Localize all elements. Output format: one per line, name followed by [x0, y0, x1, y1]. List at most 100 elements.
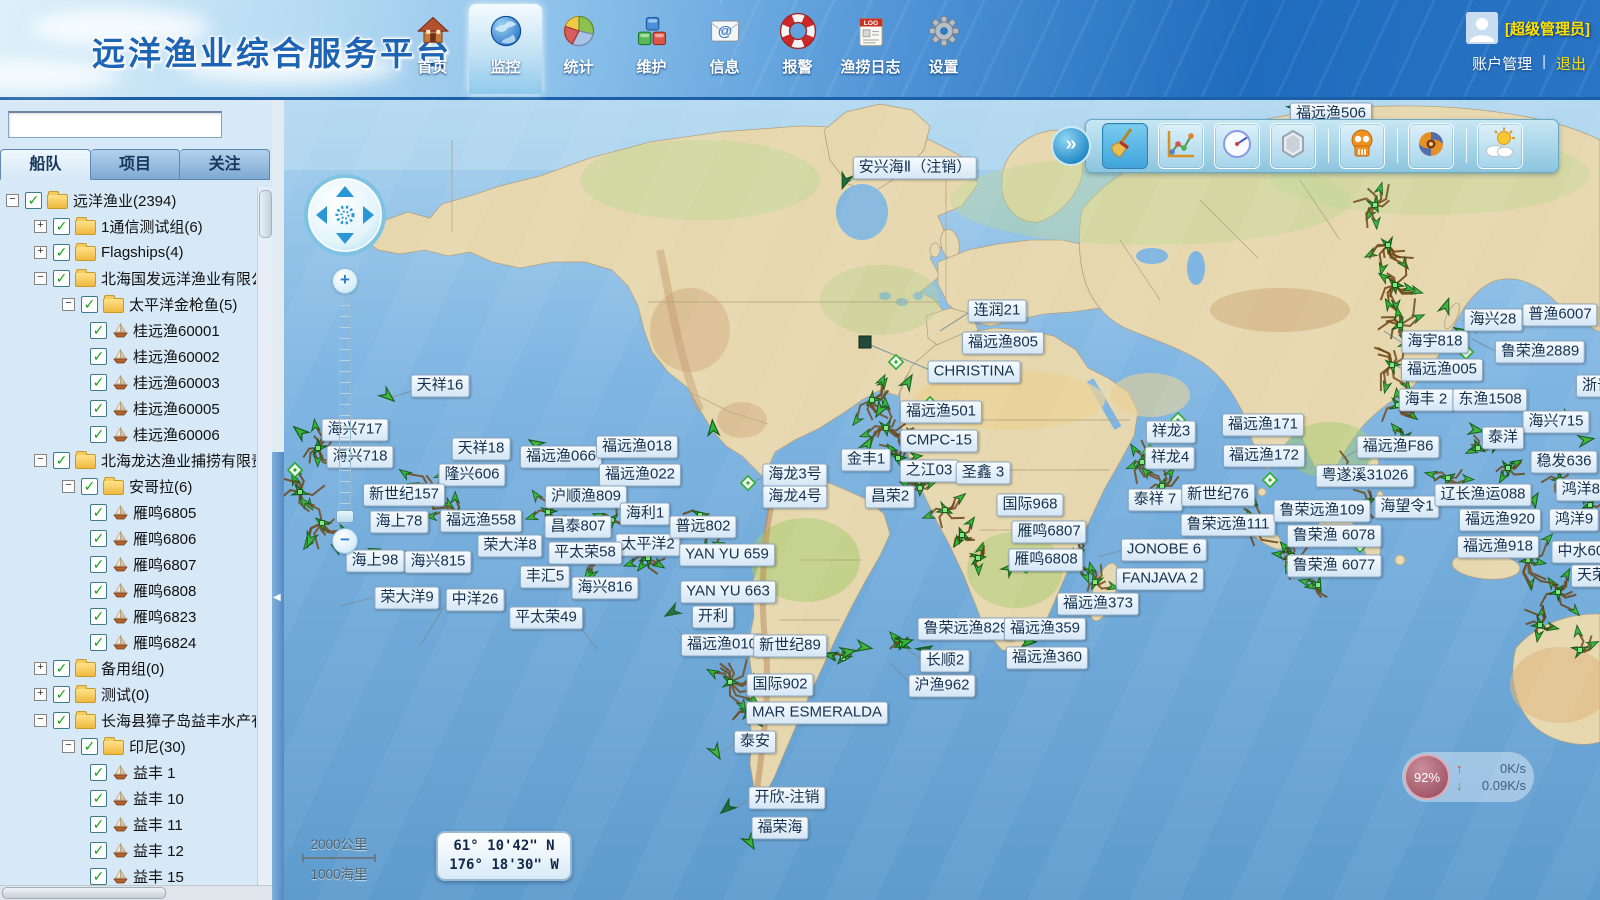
vessel-label[interactable]: 福荣海 — [751, 817, 808, 840]
nav-stats[interactable]: 统计 — [542, 4, 615, 94]
tab-fleet[interactable]: 船队 — [0, 149, 91, 180]
vessel-label[interactable]: 荣大洋8 — [477, 535, 542, 558]
sidebar-collapse-handle[interactable]: ◀ — [272, 452, 284, 900]
tree-checkbox[interactable]: ✓ — [81, 738, 98, 755]
tree-vertical-scrollbar[interactable] — [257, 187, 272, 886]
vessel-label[interactable]: 荣大洋9 — [374, 587, 439, 610]
tree-toggle[interactable]: − — [62, 298, 75, 311]
vessel-label[interactable]: 海兴815 — [404, 551, 471, 574]
clear-button[interactable] — [1102, 123, 1148, 169]
tree-label[interactable]: 雁鸣6805 — [133, 502, 196, 523]
tree-toggle[interactable]: − — [34, 714, 47, 727]
vessel-label[interactable]: 鸿洋88 — [1556, 479, 1600, 502]
vessel-label[interactable]: 鲁荣远渔109 — [1273, 500, 1370, 523]
tree-vessel-row[interactable]: ✓桂远渔60003 — [0, 369, 256, 395]
tree-checkbox[interactable]: ✓ — [90, 582, 107, 599]
search-input[interactable] — [8, 111, 222, 138]
vessel-label[interactable]: 福远渔501 — [900, 401, 982, 424]
vessel-label[interactable]: CHRISTINA — [928, 361, 1021, 384]
vessel-label[interactable]: 海上98 — [346, 550, 405, 573]
tree-checkbox[interactable]: ✓ — [53, 452, 70, 469]
tree-vessel-row[interactable]: ✓桂远渔60006 — [0, 421, 256, 447]
tree-checkbox[interactable]: ✓ — [53, 270, 70, 287]
tree-group-row[interactable]: +✓备用组(0) — [0, 655, 256, 681]
vessel-label[interactable]: 海丰 2 — [1399, 389, 1454, 412]
vessel-label[interactable]: 福远渔359 — [1004, 618, 1086, 641]
zoom-slider-track[interactable] — [339, 294, 351, 524]
tree-label[interactable]: 雁鸣6823 — [133, 606, 196, 627]
vessel-label[interactable]: 鲁荣渔 6078 — [1287, 525, 1382, 548]
vessel-label[interactable]: 沪顺渔809 — [545, 486, 627, 509]
vessel-label[interactable]: 福远渔018 — [596, 436, 678, 459]
vessel-label[interactable]: 长顺2 — [920, 650, 970, 673]
vessel-label[interactable]: 中洋26 — [446, 589, 505, 612]
tree-checkbox[interactable]: ✓ — [53, 218, 70, 235]
tree-label[interactable]: 益丰 15 — [133, 866, 184, 887]
vessel-label[interactable]: 鲁荣远渔829 — [917, 618, 1014, 641]
tree-group-row[interactable]: −✓北海国发远洋渔业有限公 — [0, 265, 256, 291]
tree-toggle[interactable]: − — [34, 272, 47, 285]
tree-checkbox[interactable]: ✓ — [90, 868, 107, 885]
nav-maintain[interactable]: 维护 — [615, 4, 688, 94]
tree-label[interactable]: 益丰 11 — [133, 814, 183, 835]
tree-label[interactable]: 1通信测试组(6) — [101, 216, 203, 237]
vessel-label[interactable]: CMPC-15 — [900, 430, 978, 453]
tree-toggle[interactable]: − — [62, 740, 75, 753]
vessel-label[interactable]: 福远渔171 — [1222, 414, 1304, 437]
tree-label[interactable]: 桂远渔60002 — [133, 346, 220, 367]
vessel-label[interactable]: 新世纪89 — [753, 635, 827, 658]
tree-group-row[interactable]: −✓远洋渔业(2394) — [0, 187, 256, 213]
tree-label[interactable]: 益丰 1 — [133, 762, 176, 783]
vessel-label[interactable]: 海兴718 — [326, 446, 393, 469]
scrollbar-thumb[interactable] — [2, 887, 166, 899]
tree-toggle[interactable]: + — [34, 688, 47, 701]
vessel-label[interactable]: 福远渔F86 — [1357, 436, 1440, 459]
weather-button[interactable] — [1477, 123, 1523, 169]
tree-label[interactable]: 远洋渔业(2394) — [73, 190, 176, 211]
tree-vessel-row[interactable]: ✓益丰 10 — [0, 785, 256, 811]
tree-label[interactable]: 测试(0) — [101, 684, 149, 705]
vessel-label[interactable]: 之江03 — [900, 460, 959, 483]
vessel-label[interactable]: 福远渔918 — [1457, 536, 1539, 559]
vessel-label[interactable]: 鲁荣渔 6077 — [1287, 555, 1382, 578]
vessel-label[interactable]: 平太荣49 — [509, 607, 583, 630]
vessel-label[interactable]: 鸿洋9 — [1549, 509, 1599, 532]
zoom-slider-handle[interactable] — [336, 510, 354, 523]
vessel-label[interactable]: YAN YU 659 — [679, 544, 775, 567]
vessel-label[interactable]: 祥龙4 — [1145, 447, 1195, 470]
tree-vessel-row[interactable]: ✓雁鸣6808 — [0, 577, 256, 603]
tree-checkbox[interactable]: ✓ — [90, 504, 107, 521]
vessel-label[interactable]: 福远渔172 — [1223, 445, 1305, 468]
tree-checkbox[interactable]: ✓ — [53, 244, 70, 261]
tree-group-row[interactable]: +✓1通信测试组(6) — [0, 213, 256, 239]
region-button[interactable] — [1270, 123, 1316, 169]
tree-toggle[interactable]: + — [34, 662, 47, 675]
nav-home[interactable]: 首页 — [396, 4, 469, 94]
tree-vessel-row[interactable]: ✓雁鸣6806 — [0, 525, 256, 551]
tree-label[interactable]: 桂远渔60003 — [133, 372, 220, 393]
vessel-label[interactable]: 福远渔360 — [1006, 647, 1088, 670]
tab-project[interactable]: 项目 — [91, 149, 181, 180]
map-pan-control[interactable] — [303, 173, 387, 257]
tree-label[interactable]: 太平洋金枪鱼(5) — [129, 294, 237, 315]
scrollbar-thumb[interactable] — [259, 190, 272, 238]
vessel-label[interactable]: MAR ESMERALDA — [746, 702, 888, 725]
vessel-label[interactable]: 雁鸣6808 — [1008, 549, 1083, 572]
tree-group-row[interactable]: −✓长海县獐子岛益丰水产有 — [0, 707, 256, 733]
vessel-label[interactable]: 福远渔920 — [1459, 509, 1541, 532]
vessel-label[interactable]: 泰安 — [734, 731, 776, 754]
tree-label[interactable]: 益丰 10 — [133, 788, 184, 809]
vessel-label[interactable]: 丰汇5 — [520, 566, 570, 589]
tree-horizontal-scrollbar[interactable] — [0, 885, 272, 900]
vessel-label[interactable]: 海宇818 — [1401, 331, 1468, 354]
vessel-label[interactable]: 开欣-注销 — [749, 787, 826, 810]
danger-button[interactable] — [1339, 123, 1385, 169]
vessel-label[interactable]: 鲁荣渔2889 — [1495, 341, 1585, 364]
tree-vessel-row[interactable]: ✓益丰 12 — [0, 837, 256, 863]
tree-checkbox[interactable]: ✓ — [53, 660, 70, 677]
vessel-label[interactable]: 国际902 — [746, 674, 813, 697]
tree-checkbox[interactable]: ✓ — [81, 478, 98, 495]
account-manage-link[interactable]: 账户管理 — [1472, 53, 1532, 74]
vessel-label[interactable]: 隆兴606 — [438, 464, 505, 487]
vessel-label[interactable]: 昌荣2 — [865, 486, 915, 509]
